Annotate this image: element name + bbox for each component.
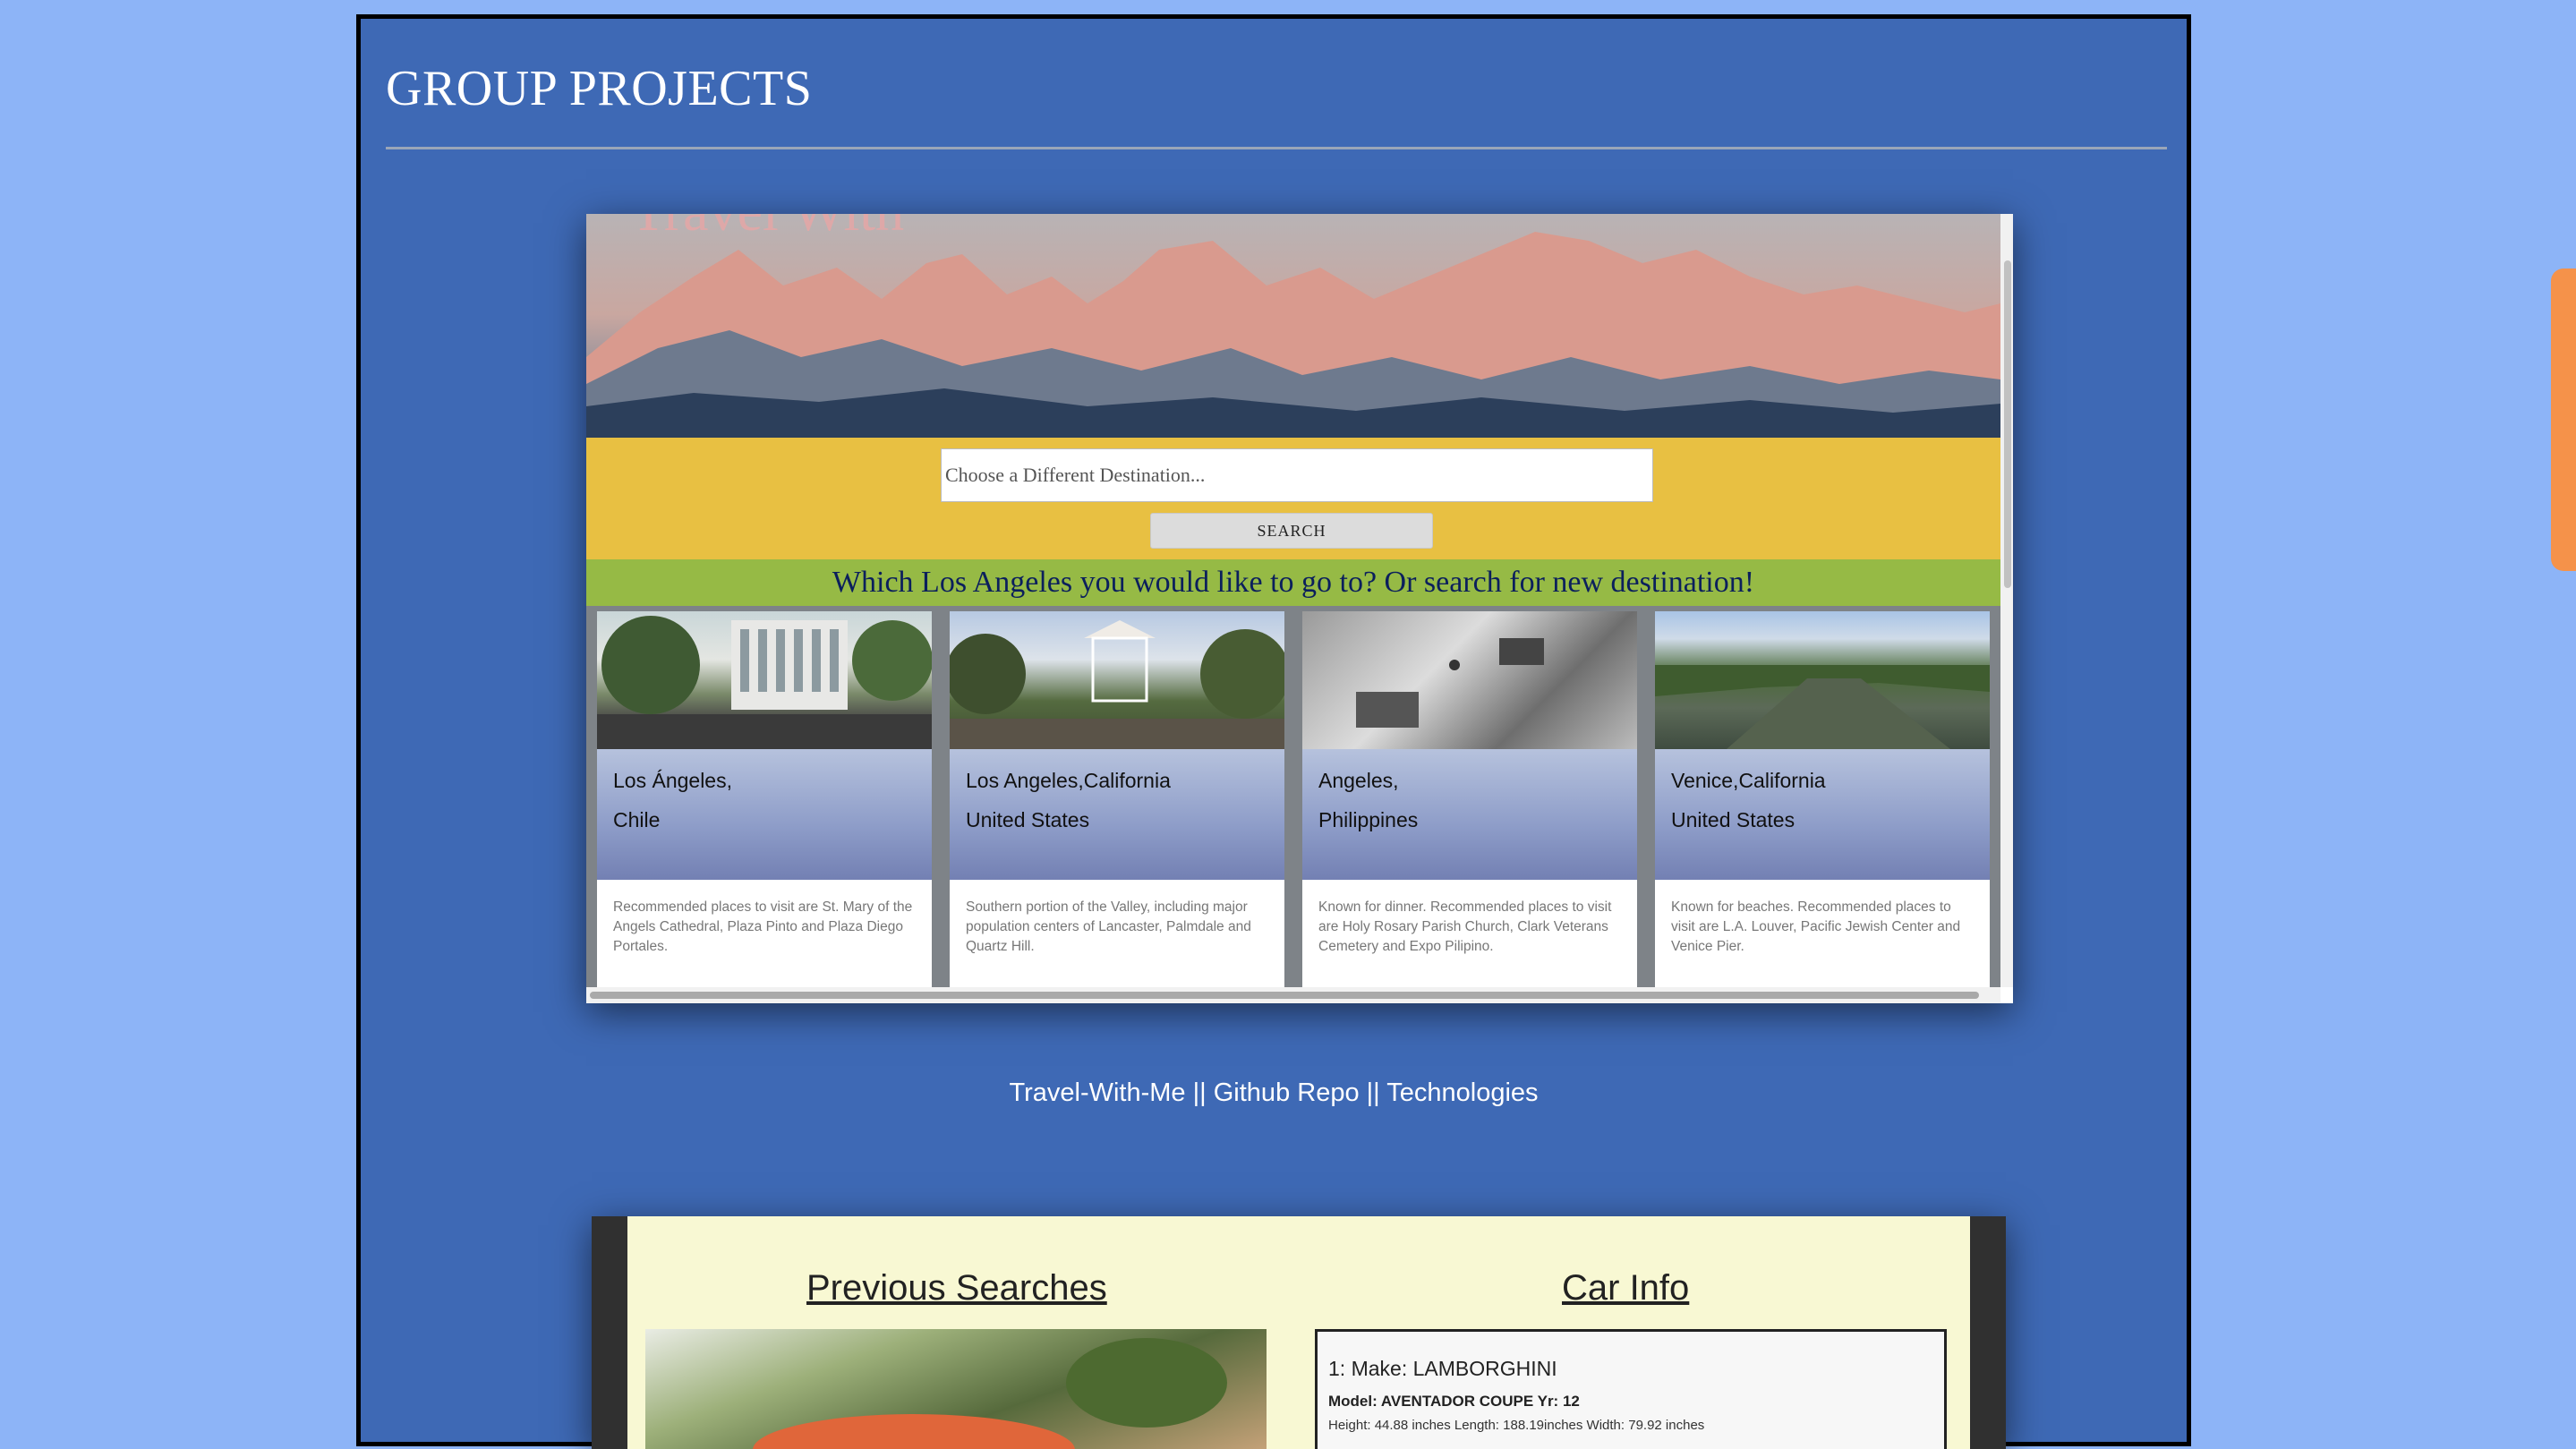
destination-card[interactable]: Angeles, Philippines Known for dinner. R…: [1302, 611, 1637, 987]
travel-project-preview[interactable]: Travel With SEARCH Which Los Angeles you…: [586, 214, 2013, 1003]
group-projects-panel: GROUP PROJECTS Travel With SEARCH Which …: [356, 14, 2191, 1449]
destination-card[interactable]: Los Angeles,California United States Sou…: [950, 611, 1284, 987]
destination-description: Known for dinner. Recommended places to …: [1318, 899, 1612, 954]
hero-logo-text: Travel With: [631, 214, 904, 244]
car-model: Model: AVENTADOR COUPE Yr: 12: [1328, 1393, 1580, 1410]
preview-horizontal-scroll-thumb[interactable]: [590, 992, 1979, 999]
destination-card[interactable]: Los Ángeles, Chile Recommended places to…: [597, 611, 932, 987]
destination-description: Recommended places to visit are St. Mary…: [613, 899, 913, 954]
github-repo-link[interactable]: Github Repo: [1214, 1078, 1360, 1107]
travel-with-me-link[interactable]: Travel-With-Me: [1009, 1078, 1185, 1107]
car-info-heading: Car Info: [1562, 1268, 1690, 1308]
destination-city: Angeles,: [1318, 769, 1399, 792]
destination-country: Chile: [613, 808, 661, 831]
destination-search-input[interactable]: [941, 448, 1653, 502]
link-separator: ||: [1185, 1078, 1214, 1107]
car-project-preview[interactable]: Previous Searches Car Info 1: Make: LAMB…: [592, 1216, 2006, 1449]
destination-description: Known for beaches. Recommended places to…: [1671, 899, 1961, 954]
car-info-card: 1: Make: LAMBORGHINI Model: AVENTADOR CO…: [1315, 1329, 1947, 1449]
mountain-hero-image: Travel With: [586, 214, 2000, 438]
project-links: Travel-With-Me || Github Repo || Technol…: [361, 1078, 2187, 1108]
destination-card-header: Venice,California United States: [1655, 749, 1990, 880]
window-scrollbar-thumb[interactable]: [2551, 268, 2576, 571]
destination-card[interactable]: Venice,California United States Known fo…: [1655, 611, 1990, 987]
destination-city: Venice,California: [1671, 769, 1826, 792]
title-divider: [386, 147, 2167, 149]
destination-country: Philippines: [1318, 808, 1419, 831]
preview-vertical-scrollbar[interactable]: [2000, 214, 2013, 987]
section-title: GROUP PROJECTS: [386, 61, 813, 116]
destination-prompt: Which Los Angeles you would like to go t…: [586, 559, 2000, 606]
destination-city: Los Angeles,California: [966, 769, 1171, 792]
search-button[interactable]: SEARCH: [1150, 513, 1433, 549]
destination-card-header: Angeles, Philippines: [1302, 749, 1637, 880]
destination-photo: [597, 611, 932, 749]
destination-city: Los Ángeles,: [613, 769, 732, 792]
preview-horizontal-scrollbar[interactable]: [586, 987, 2000, 1003]
window-scrollbar-track[interactable]: [2549, 0, 2576, 1421]
car-make: 1: Make: LAMBORGHINI: [1328, 1357, 1557, 1380]
search-section: SEARCH: [586, 438, 2000, 559]
destination-photo: [1302, 611, 1637, 749]
destination-country: United States: [966, 808, 1090, 831]
destination-card-header: Los Ángeles, Chile: [597, 749, 932, 880]
destination-country: United States: [1671, 808, 1796, 831]
link-separator: ||: [1359, 1078, 1387, 1107]
previous-searches-heading: Previous Searches: [806, 1268, 1107, 1308]
destination-description: Southern portion of the Valley, includin…: [966, 899, 1251, 954]
previous-search-car-photo[interactable]: [645, 1329, 1267, 1449]
technologies-link[interactable]: Technologies: [1386, 1078, 1538, 1107]
preview-vertical-scroll-thumb[interactable]: [2004, 260, 2011, 588]
destination-photo: [1655, 611, 1990, 749]
mountain-illustration: [586, 232, 2000, 438]
car-dimensions: Height: 44.88 inches Length: 188.19inche…: [1328, 1418, 1705, 1433]
destination-card-header: Los Angeles,California United States: [950, 749, 1284, 880]
destination-cards: Los Ángeles, Chile Recommended places to…: [586, 606, 2000, 987]
car-app-content: Previous Searches Car Info 1: Make: LAMB…: [627, 1216, 1970, 1449]
destination-photo: [950, 611, 1284, 749]
